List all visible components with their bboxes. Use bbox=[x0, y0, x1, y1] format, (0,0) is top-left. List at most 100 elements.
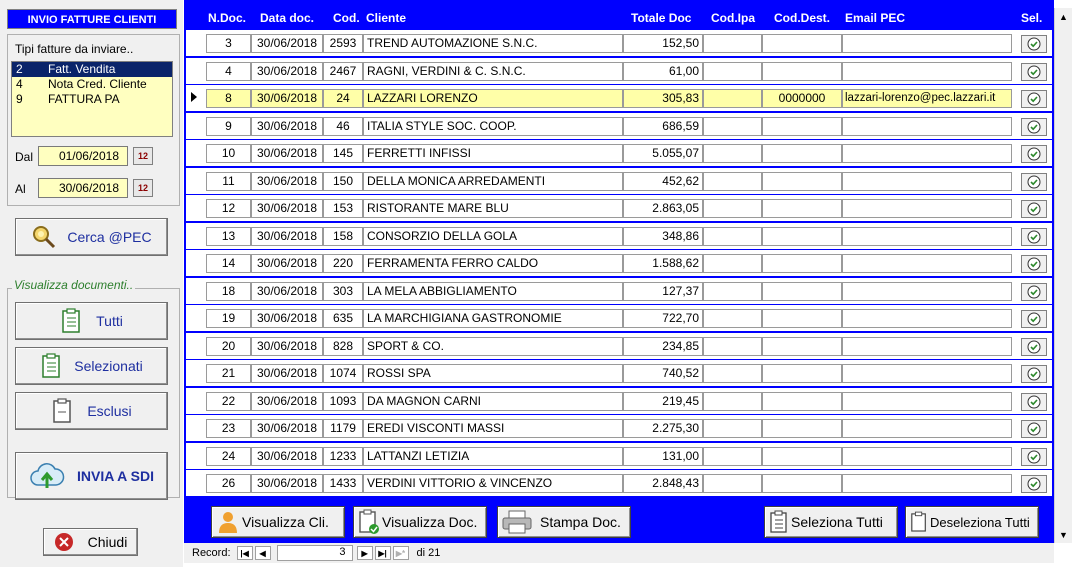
table-row[interactable]: 24 30/06/2018 1233 LATTANZI LETIZIA 131,00 bbox=[186, 442, 1052, 469]
cell-date[interactable]: 30/06/2018 bbox=[251, 281, 323, 301]
select-row-button[interactable] bbox=[1021, 310, 1047, 328]
select-row-button[interactable] bbox=[1021, 255, 1047, 273]
select-row-button[interactable] bbox=[1021, 200, 1047, 218]
cell-total[interactable]: 131,00 bbox=[623, 446, 703, 466]
col-header-total[interactable]: Totale Doc bbox=[631, 10, 691, 26]
cell-ndoc[interactable]: 18 bbox=[206, 281, 251, 301]
select-row-button[interactable] bbox=[1021, 62, 1047, 81]
cell-client[interactable]: FERRAMENTA FERRO CALDO bbox=[363, 254, 623, 273]
cell-dest[interactable] bbox=[762, 446, 842, 466]
cell-date[interactable]: 30/06/2018 bbox=[251, 254, 323, 273]
cell-ndoc[interactable]: 22 bbox=[206, 391, 251, 411]
cell-client[interactable]: RAGNI, VERDINI & C. S.N.C. bbox=[363, 61, 623, 81]
view-client-button[interactable]: Visualizza Cli. bbox=[211, 506, 345, 538]
cell-pec[interactable] bbox=[842, 336, 1012, 356]
cell-pec[interactable] bbox=[842, 309, 1012, 328]
cell-client[interactable]: LA MELA ABBIGLIAMENTO bbox=[363, 281, 623, 301]
cell-pec[interactable] bbox=[842, 144, 1012, 163]
calendar-icon[interactable]: 12 bbox=[133, 147, 153, 165]
cell-cod[interactable]: 1179 bbox=[323, 419, 363, 438]
cell-cod[interactable]: 2467 bbox=[323, 61, 363, 81]
table-row[interactable]: 9 30/06/2018 46 ITALIA STYLE SOC. COOP. 686,… bbox=[186, 112, 1052, 139]
cell-ipa[interactable] bbox=[703, 61, 762, 81]
cell-ndoc[interactable]: 3 bbox=[206, 34, 251, 53]
select-all-button[interactable]: Seleziona Tutti bbox=[764, 506, 898, 538]
cell-ipa[interactable] bbox=[703, 89, 762, 108]
cell-ndoc[interactable]: 9 bbox=[206, 116, 251, 136]
vertical-scrollbar[interactable]: ▲ ▼ bbox=[1054, 8, 1072, 543]
next-record-icon[interactable]: ▶ bbox=[356, 546, 373, 560]
table-row[interactable]: 19 30/06/2018 635 LA MARCHIGIANA GASTRONOMI… bbox=[186, 305, 1052, 331]
send-sdi-button[interactable]: INVIA A SDI bbox=[15, 452, 168, 500]
cell-pec[interactable] bbox=[842, 116, 1012, 136]
cell-date[interactable]: 30/06/2018 bbox=[251, 144, 323, 163]
scroll-up-icon[interactable]: ▲ bbox=[1055, 8, 1072, 25]
select-row-button[interactable] bbox=[1021, 475, 1047, 493]
cell-ndoc[interactable]: 26 bbox=[206, 474, 251, 493]
cell-cod[interactable]: 220 bbox=[323, 254, 363, 273]
table-row[interactable]: 11 30/06/2018 150 DELLA MONICA ARREDAMENTI 4… bbox=[186, 167, 1052, 194]
cell-client[interactable]: ROSSI SPA bbox=[363, 364, 623, 383]
cell-dest[interactable] bbox=[762, 34, 842, 53]
cell-dest[interactable] bbox=[762, 144, 842, 163]
select-row-button[interactable] bbox=[1021, 392, 1047, 411]
invoice-types-list[interactable]: 2 Fatt. Vendita 4 Nota Cred. Cliente 9 F… bbox=[11, 61, 173, 137]
select-row-button[interactable] bbox=[1021, 117, 1047, 136]
table-row[interactable]: 3 30/06/2018 2593 TREND AUTOMAZIONE S.N.C. 1… bbox=[186, 30, 1052, 56]
cell-pec[interactable] bbox=[842, 446, 1012, 466]
cell-cod[interactable]: 153 bbox=[323, 199, 363, 218]
cell-total[interactable]: 2.848,43 bbox=[623, 474, 703, 493]
table-row[interactable]: 22 30/06/2018 1093 DA MAGNON CARNI 219,45 bbox=[186, 387, 1052, 414]
cell-dest[interactable] bbox=[762, 199, 842, 218]
select-row-button[interactable] bbox=[1021, 420, 1047, 438]
cell-pec[interactable] bbox=[842, 199, 1012, 218]
cell-date[interactable]: 30/06/2018 bbox=[251, 171, 323, 191]
cell-total[interactable]: 452,62 bbox=[623, 171, 703, 191]
cell-client[interactable]: LATTANZI LETIZIA bbox=[363, 446, 623, 466]
cell-pec[interactable]: lazzari-lorenzo@pec.lazzari.it bbox=[842, 89, 1012, 108]
cell-dest[interactable]: 0000000 bbox=[762, 89, 842, 108]
cell-client[interactable]: TREND AUTOMAZIONE S.N.C. bbox=[363, 34, 623, 53]
cell-cod[interactable]: 635 bbox=[323, 309, 363, 328]
cell-client[interactable]: LAZZARI LORENZO bbox=[363, 89, 623, 108]
scroll-down-icon[interactable]: ▼ bbox=[1055, 526, 1072, 543]
cell-total[interactable]: 305,83 bbox=[623, 89, 703, 108]
cell-ndoc[interactable]: 21 bbox=[206, 364, 251, 383]
cell-cod[interactable]: 303 bbox=[323, 281, 363, 301]
cell-ndoc[interactable]: 4 bbox=[206, 61, 251, 81]
table-row[interactable]: 23 30/06/2018 1179 EREDI VISCONTI MASSI 2.27… bbox=[186, 415, 1052, 441]
cell-client[interactable]: DA MAGNON CARNI bbox=[363, 391, 623, 411]
cell-date[interactable]: 30/06/2018 bbox=[251, 474, 323, 493]
cell-ipa[interactable] bbox=[703, 391, 762, 411]
cell-ipa[interactable] bbox=[703, 336, 762, 356]
list-item[interactable]: 9 FATTURA PA bbox=[12, 92, 172, 107]
table-row[interactable]: 13 30/06/2018 158 CONSORZIO DELLA GOLA 348,8… bbox=[186, 222, 1052, 249]
cell-ndoc[interactable]: 10 bbox=[206, 144, 251, 163]
select-row-button[interactable] bbox=[1021, 35, 1047, 53]
cell-client[interactable]: SPORT & CO. bbox=[363, 336, 623, 356]
cell-dest[interactable] bbox=[762, 309, 842, 328]
cell-ndoc[interactable]: 13 bbox=[206, 226, 251, 246]
cell-cod[interactable]: 1433 bbox=[323, 474, 363, 493]
cell-pec[interactable] bbox=[842, 281, 1012, 301]
cell-pec[interactable] bbox=[842, 391, 1012, 411]
cell-ipa[interactable] bbox=[703, 199, 762, 218]
print-doc-button[interactable]: Stampa Doc. bbox=[497, 506, 631, 538]
cell-date[interactable]: 30/06/2018 bbox=[251, 419, 323, 438]
cell-ipa[interactable] bbox=[703, 364, 762, 383]
cell-date[interactable]: 30/06/2018 bbox=[251, 199, 323, 218]
close-button[interactable]: Chiudi bbox=[43, 528, 138, 556]
cell-pec[interactable] bbox=[842, 61, 1012, 81]
cell-pec[interactable] bbox=[842, 474, 1012, 493]
select-row-button[interactable] bbox=[1021, 90, 1047, 108]
cell-dest[interactable] bbox=[762, 474, 842, 493]
cell-total[interactable]: 686,59 bbox=[623, 116, 703, 136]
cell-pec[interactable] bbox=[842, 226, 1012, 246]
search-pec-button[interactable]: Cerca @PEC bbox=[15, 218, 168, 256]
cell-cod[interactable]: 24 bbox=[323, 89, 363, 108]
to-date-input[interactable]: 30/06/2018 bbox=[38, 178, 128, 198]
cell-total[interactable]: 348,86 bbox=[623, 226, 703, 246]
cell-dest[interactable] bbox=[762, 281, 842, 301]
cell-total[interactable]: 234,85 bbox=[623, 336, 703, 356]
cell-cod[interactable]: 145 bbox=[323, 144, 363, 163]
